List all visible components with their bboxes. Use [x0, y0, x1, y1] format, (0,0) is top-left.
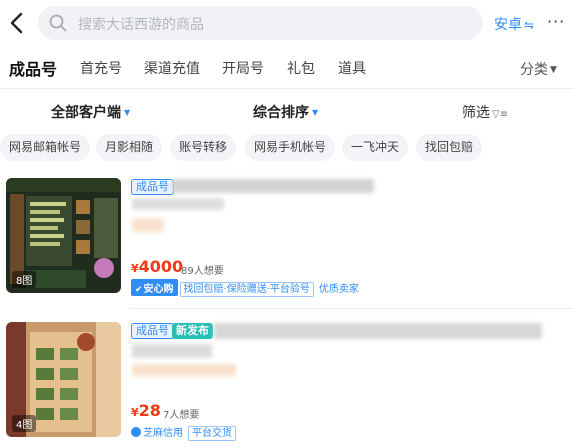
- image-count: 4图: [12, 415, 37, 432]
- new-release-badge: 新发布: [172, 323, 213, 339]
- blurred-subtitle: [132, 198, 224, 210]
- tabs-divider: [0, 88, 574, 89]
- tab-finished-account[interactable]: 成品号: [9, 56, 57, 80]
- zhima-credit-icon: [131, 427, 141, 437]
- service-tags: ✔安心购 找回包赔·保险赠送·平台验号 优质卖家: [131, 279, 359, 297]
- more-icon[interactable]: ···: [547, 12, 565, 31]
- listing-card[interactable]: 4图 成品号 新发布 ¥28 7人想要 芝麻信用 平台交货: [0, 322, 574, 441]
- platform-label: 安卓: [494, 17, 522, 33]
- chip-account-transfer[interactable]: 账号转移: [170, 134, 237, 161]
- shield-check-icon: ✔: [135, 285, 143, 295]
- price-amount: 28: [138, 401, 161, 420]
- listing-divider: [130, 308, 574, 309]
- listing-thumbnail[interactable]: 8图: [6, 178, 121, 293]
- chip-moon-shadow[interactable]: 月影相随: [96, 134, 163, 161]
- tab-first-recharge[interactable]: 首充号: [80, 58, 122, 78]
- classify-dropdown[interactable]: 分类 ▼: [520, 59, 557, 79]
- type-badge: 成品号: [131, 323, 174, 339]
- listing-price: ¥4000: [131, 257, 183, 276]
- sort-filter-label: 综合排序: [253, 105, 309, 121]
- listing-card[interactable]: 8图 成品号 ¥4000 89人想要 ✔安心购 找回包赔·保险赠送·平台验号 优质卖…: [0, 178, 574, 297]
- top-bar: 搜索大话西游的商品 安卓 ⇋ ···: [0, 0, 574, 46]
- chevron-down-icon: ▼: [550, 65, 557, 75]
- quick-filter-chips: 网易邮箱帐号 月影相随 账号转移 网易手机帐号 一飞冲天 找回包赔: [0, 134, 574, 162]
- type-badge: 成品号: [131, 179, 174, 195]
- safe-buy-label: 安心购: [143, 284, 174, 295]
- wants-count: 7人想要: [163, 410, 200, 421]
- client-filter[interactable]: 全部客户端 ▼: [51, 102, 130, 122]
- chip-soaring[interactable]: 一飞冲天: [342, 134, 409, 161]
- caret-down-icon: ▼: [124, 108, 131, 117]
- back-arrow-icon[interactable]: [6, 10, 28, 36]
- image-count: 8图: [12, 271, 37, 288]
- blurred-tag: [132, 364, 236, 376]
- client-filter-label: 全部客户端: [51, 105, 121, 121]
- tab-gift-pack[interactable]: 礼包: [287, 58, 315, 78]
- listing-price: ¥28: [131, 401, 161, 420]
- currency-symbol: ¥: [131, 406, 139, 419]
- tab-items[interactable]: 道具: [338, 58, 366, 78]
- guarantee-tag: 找回包赔·保险赠送·平台验号: [179, 282, 314, 297]
- sort-filter[interactable]: 综合排序 ▼: [253, 102, 318, 122]
- chip-recovery-compensation[interactable]: 找回包赔: [416, 134, 483, 161]
- safe-buy-badge: ✔安心购: [131, 279, 178, 296]
- classify-label: 分类: [520, 62, 548, 78]
- price-amount: 4000: [138, 257, 184, 276]
- swap-icon: ⇋: [524, 18, 535, 32]
- category-tabs: 成品号 首充号 渠道充值 开局号 礼包 道具 分类 ▼: [0, 50, 574, 86]
- blurred-tag: [132, 218, 164, 232]
- blurred-title: [214, 323, 542, 339]
- screen-filter[interactable]: 筛选 ▽≡: [462, 102, 508, 122]
- caret-down-icon: ▼: [312, 108, 319, 117]
- platform-ship-tag: 平台交货: [188, 426, 236, 441]
- chip-netease-phone[interactable]: 网易手机帐号: [245, 134, 336, 161]
- seller-tag: 优质卖家: [318, 284, 359, 295]
- blurred-subtitle: [132, 344, 212, 358]
- search-input[interactable]: 搜索大话西游的商品: [38, 6, 483, 40]
- credit-label: 芝麻信用: [143, 428, 183, 439]
- platform-switch[interactable]: 安卓 ⇋: [494, 14, 534, 34]
- blurred-title: [172, 179, 374, 193]
- chip-netease-email[interactable]: 网易邮箱帐号: [0, 134, 91, 161]
- tab-starter-account[interactable]: 开局号: [222, 58, 264, 78]
- filter-bar: 全部客户端 ▼ 综合排序 ▼ 筛选 ▽≡: [0, 96, 574, 126]
- search-placeholder: 搜索大话西游的商品: [78, 17, 204, 33]
- funnel-icon: ▽≡: [492, 109, 509, 120]
- tab-channel-recharge[interactable]: 渠道充值: [144, 58, 200, 78]
- currency-symbol: ¥: [131, 262, 139, 275]
- search-icon: [49, 14, 67, 32]
- service-tags: 芝麻信用 平台交货: [131, 424, 239, 441]
- listing-thumbnail[interactable]: 4图: [6, 322, 121, 437]
- wants-count: 89人想要: [181, 266, 224, 277]
- screen-filter-label: 筛选: [462, 105, 490, 121]
